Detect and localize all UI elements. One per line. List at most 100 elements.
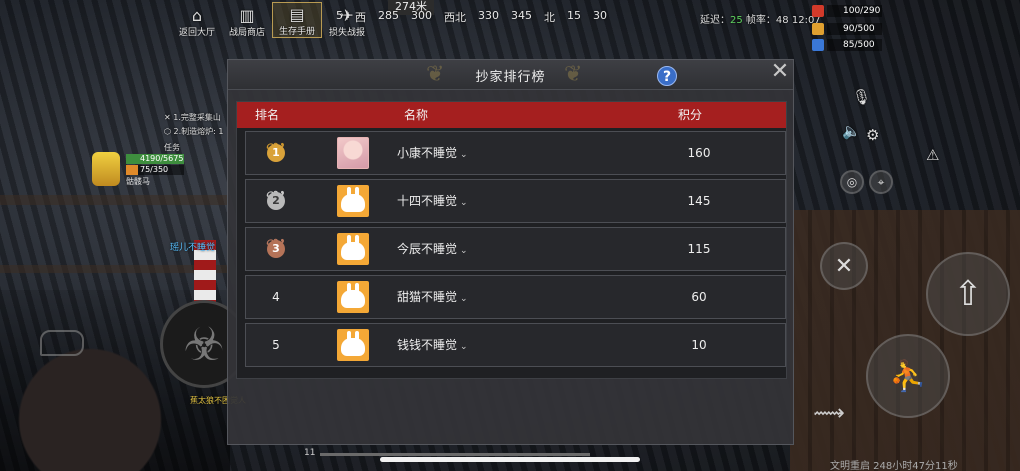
chevron-down-icon: ⌄ (460, 150, 468, 160)
compass-mark: 30 (593, 9, 607, 22)
header-name: 名称 (404, 108, 429, 122)
bottom-slot-number: 11 (304, 448, 316, 458)
player-portrait[interactable] (92, 152, 120, 186)
resource-water: 85/500 (812, 38, 882, 51)
player-food-value: 75/350 (140, 165, 169, 174)
rank-number: 2 (267, 192, 285, 210)
compass-mark: 345 (511, 9, 532, 22)
compass-mark: 285 (378, 9, 399, 22)
leaderboard-table: 排名 名称 积分 ❦1 小康不睡觉⌄ 160 ❦2 (236, 101, 787, 379)
house-icon: ⌂ (191, 6, 203, 25)
resource-value: 100/290 (827, 4, 882, 17)
quest-item[interactable]: ⬡ 2.制造熔炉: 1 (164, 126, 224, 137)
survival-manual-button[interactable]: ▤ 生存手册 (272, 2, 322, 38)
experience-bar (320, 453, 590, 456)
rank-number: 4 (272, 290, 280, 304)
menu-label: 损失战报 (328, 28, 365, 38)
home-indicator[interactable] (380, 457, 640, 462)
player-name-text: 钱钱不睡觉 (397, 338, 458, 352)
player-score: 115 (687, 242, 711, 256)
shop-icon: ▥ (239, 6, 255, 25)
speaker-icon[interactable]: 🔈 (842, 122, 861, 140)
compass-mark: 15 (567, 9, 581, 22)
chevron-down-icon: ⌄ (460, 294, 468, 304)
chevron-down-icon: ⌄ (460, 198, 468, 208)
header-rank: 排名 (255, 108, 280, 122)
location-pin-icon[interactable]: ⌖ (869, 170, 893, 194)
compass-mark: 西北 (444, 11, 466, 24)
latency-value: 25 (730, 15, 743, 26)
player-name[interactable]: 钱钱不睡觉 ⌄ (397, 324, 468, 366)
rank-number: 5 (272, 338, 280, 352)
jump-button[interactable]: ⇧ (926, 252, 1010, 336)
attack-button[interactable]: ✕ (820, 242, 868, 290)
leaderboard-row[interactable]: 4 甜猫不睡觉 ⌄ 60 (245, 275, 786, 319)
rank-cell: 4 (246, 276, 306, 318)
player-score: 145 (687, 194, 711, 208)
compass-mark: 西 (355, 11, 366, 24)
network-stats: 延迟：25 帧率：48 12:07 (700, 11, 821, 26)
leaderboard-row[interactable]: 5 钱钱不睡觉 ⌄ 10 (245, 323, 786, 367)
player-name-text: 小康不睡觉 (397, 146, 458, 160)
close-icon[interactable]: ✕ (769, 61, 791, 83)
resource-value: 85/500 (827, 38, 882, 51)
leaderboard-modal: ❦ ❦ 抄家排行榜 ? ✕ 排名 名称 积分 ❦1 小康不睡觉⌄ 160 (227, 59, 794, 445)
table-header: 排名 名称 积分 (237, 102, 786, 128)
health-icon (812, 4, 824, 17)
leaderboard-rows: ❦1 小康不睡觉⌄ 160 ❦2 十四不睡觉⌄ 145 (237, 131, 786, 371)
resource-value: 90/500 (827, 22, 882, 35)
player-score: 10 (691, 338, 707, 352)
player-name[interactable]: 小康不睡觉 ⌄ (397, 132, 468, 174)
help-icon[interactable]: ? (657, 66, 677, 86)
menu-label: 生存手册 (278, 27, 315, 37)
match-shop-button[interactable]: ▥ 战局商店 (222, 2, 272, 39)
player-name[interactable]: 甜猫不睡觉 ⌄ (397, 276, 468, 318)
scene-wood-beam (0, 195, 230, 205)
player-score: 60 (691, 290, 707, 304)
gear-icon[interactable]: ⚙ (866, 126, 879, 144)
header-score: 积分 (678, 108, 703, 122)
food-icon (812, 22, 824, 35)
player-status: 4190/5675 75/350 骷髅马 (92, 152, 220, 188)
player-avatar[interactable] (337, 329, 369, 361)
book-icon: ▤ (289, 5, 305, 24)
prone-button[interactable]: ⟿ (800, 396, 858, 430)
bronze-medal-icon: ❦3 (259, 234, 293, 264)
latency-label: 延迟： (700, 15, 730, 26)
player-avatar[interactable] (337, 281, 369, 313)
modal-title: 抄家排行榜 (475, 70, 546, 85)
player-avatar[interactable] (337, 137, 369, 169)
teammate-name: 瑶儿不睡觉 (170, 243, 216, 253)
rank-number: 3 (267, 240, 285, 258)
leaderboard-row[interactable]: ❦2 十四不睡觉⌄ 145 (245, 179, 786, 223)
quest-item[interactable]: ✕ 1.完整采集山 (164, 112, 221, 123)
leaderboard-row[interactable]: ❦1 小康不睡觉⌄ 160 (245, 131, 786, 175)
microphone-icon[interactable]: 🎙 (852, 88, 871, 106)
player-name[interactable]: 十四不睡觉 ⌄ (397, 180, 468, 222)
player-name[interactable]: 今辰不睡觉 ⌄ (397, 228, 468, 270)
resource-food: 90/500 (812, 22, 882, 35)
compass-icon[interactable]: ◎ (840, 170, 864, 194)
rank-cell: ❦3 (246, 228, 306, 270)
player-hp-bar: 4190/5675 (126, 154, 184, 164)
menu-label: 返回大厅 (178, 28, 215, 38)
return-lobby-button[interactable]: ⌂ 返回大厅 (172, 2, 222, 39)
silver-medal-icon: ❦2 (259, 186, 293, 216)
chevron-down-icon: ⌄ (460, 246, 468, 256)
compass-mark: 300 (411, 9, 432, 22)
menu-label: 战局商店 (228, 28, 265, 38)
crouch-button[interactable]: ⛹ (866, 334, 950, 418)
leaderboard-row[interactable]: ❦3 今辰不睡觉⌄ 115 (245, 227, 786, 271)
water-icon (812, 38, 824, 51)
warning-icon[interactable]: ⚠ (926, 146, 939, 164)
quest-text: 2.制造熔炉: 1 (173, 127, 224, 136)
player-avatar[interactable] (337, 233, 369, 265)
chevron-down-icon: ⌄ (460, 342, 468, 352)
player-avatar[interactable] (337, 185, 369, 217)
rank-number: 1 (267, 144, 285, 162)
player-name-text: 今辰不睡觉 (397, 242, 458, 256)
civilization-restart-timer: 文明重启 248小时47分11秒 (830, 461, 958, 471)
rank-cell: ❦2 (246, 180, 306, 222)
whistle-icon[interactable] (40, 330, 84, 356)
quest-text: 1.完整采集山 (173, 113, 221, 122)
